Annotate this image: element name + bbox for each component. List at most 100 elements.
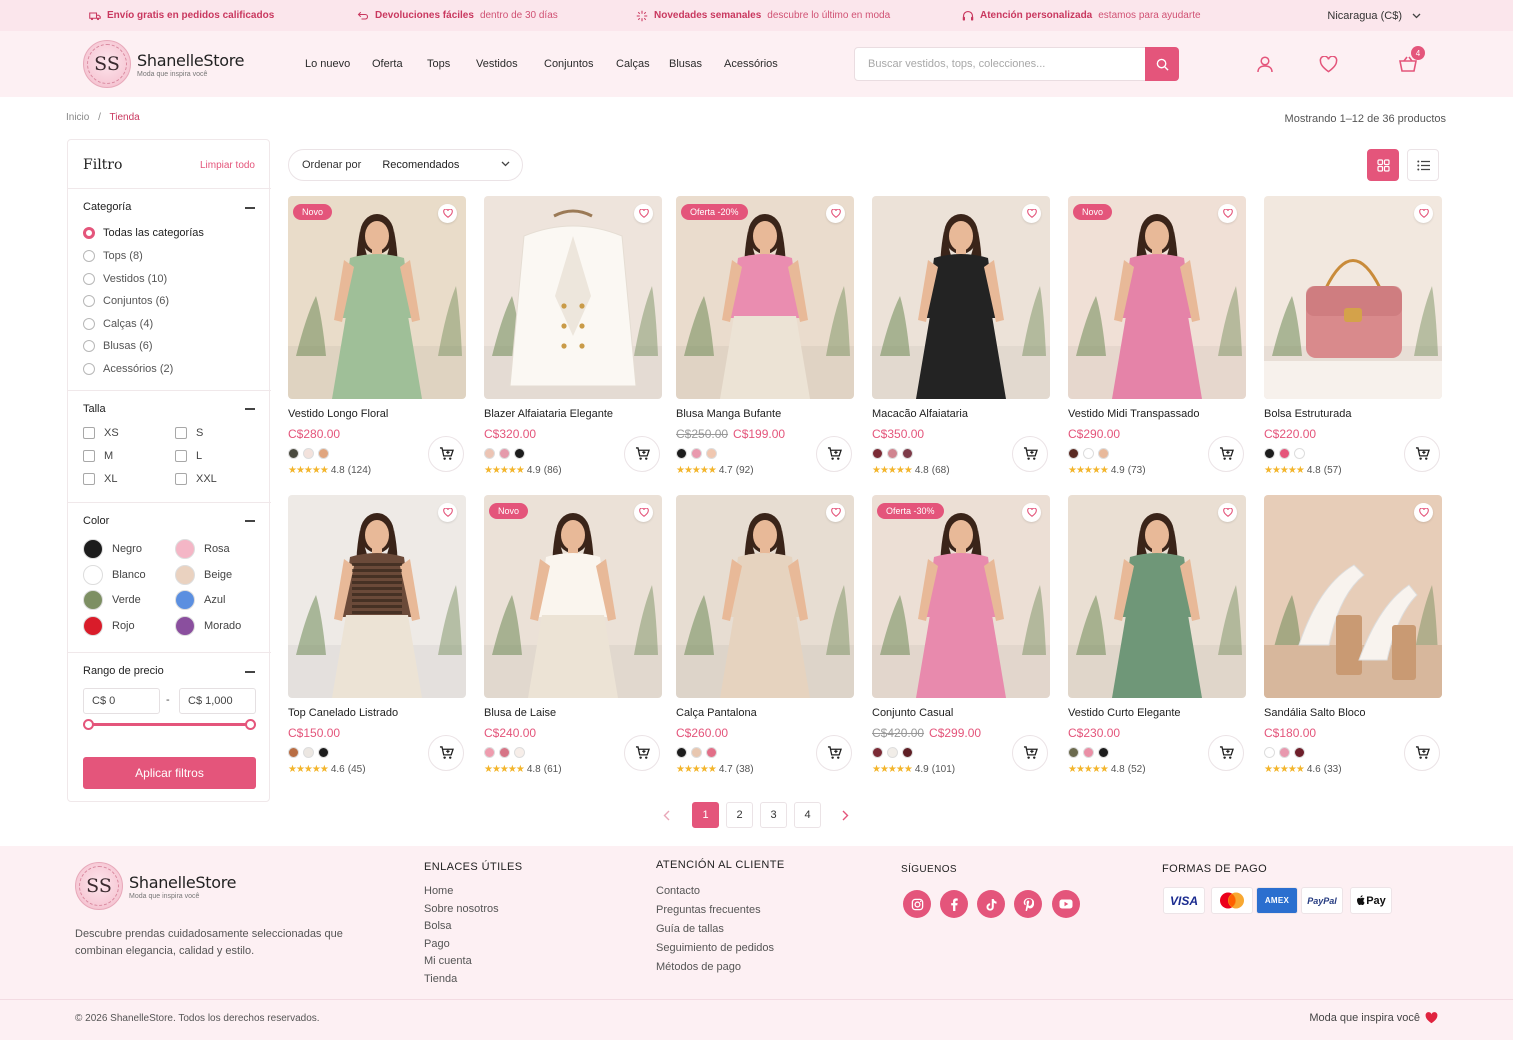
product-name[interactable]: Vestido Curto Elegante [1068, 707, 1181, 719]
add-to-cart-button[interactable] [816, 735, 852, 771]
support-link[interactable]: Preguntas frecuentes [656, 904, 761, 916]
product-color-swatch[interactable] [902, 448, 913, 459]
product-color-swatch[interactable] [887, 448, 898, 459]
product-color-swatch[interactable] [1068, 448, 1079, 459]
radio[interactable] [83, 295, 95, 307]
product-name[interactable]: Top Canelado Listrado [288, 707, 398, 719]
color-option[interactable]: Beige [175, 565, 232, 585]
color-swatch[interactable] [83, 539, 103, 559]
checkbox[interactable] [83, 473, 95, 485]
color-option[interactable]: Negro [83, 539, 142, 559]
product-card[interactable]: Oferta -30% Conjunto Casual C$420.00 C$299.… [872, 495, 1050, 775]
brand-logo[interactable]: SS ShanelleStore Moda que inspira você [83, 40, 245, 88]
product-color-swatch[interactable] [676, 747, 687, 758]
youtube-link[interactable] [1052, 890, 1080, 918]
footer-link[interactable]: Tienda [424, 973, 457, 985]
product-color-swatch[interactable] [514, 747, 525, 758]
product-image-frame[interactable]: Oferta -30% [872, 495, 1050, 698]
add-to-wishlist-button[interactable] [634, 503, 653, 522]
product-card[interactable]: Blazer Alfaiataria Elegante C$320.00 ★★★★★… [484, 196, 662, 476]
add-to-cart-button[interactable] [428, 436, 464, 472]
product-name[interactable]: Bolsa Estruturada [1264, 408, 1351, 420]
checkbox[interactable] [175, 450, 187, 462]
sort-dropdown[interactable]: Ordenar por Recomendados [288, 149, 523, 181]
product-color-swatch[interactable] [288, 747, 299, 758]
color-swatch[interactable] [175, 539, 195, 559]
country-selector[interactable]: Nicaragua (C$) [1327, 0, 1421, 31]
product-color-swatch[interactable] [706, 747, 717, 758]
nav-oferta[interactable]: Oferta [372, 58, 403, 70]
product-color-swatch[interactable] [318, 747, 329, 758]
nav-blusas[interactable]: Blusas [669, 58, 702, 70]
pinterest-link[interactable] [1014, 890, 1042, 918]
product-color-swatch[interactable] [303, 747, 314, 758]
footer-link[interactable]: Bolsa [424, 920, 452, 932]
radio[interactable] [83, 318, 95, 330]
add-to-wishlist-button[interactable] [1414, 204, 1433, 223]
product-image-frame[interactable]: Novo [288, 196, 466, 399]
color-option[interactable]: Rosa [175, 539, 230, 559]
product-name[interactable]: Blazer Alfaiataria Elegante [484, 408, 613, 420]
add-to-cart-button[interactable] [1404, 735, 1440, 771]
size-option[interactable]: S [175, 427, 203, 439]
nav-tops[interactable]: Tops [427, 58, 450, 70]
product-color-swatch[interactable] [1279, 747, 1290, 758]
product-color-swatch[interactable] [1083, 448, 1094, 459]
product-image-frame[interactable]: Oferta -20% [676, 196, 854, 399]
footer-link[interactable]: Home [424, 885, 453, 897]
color-option[interactable]: Azul [175, 590, 225, 610]
page-2-button[interactable]: 2 [726, 802, 753, 828]
product-name[interactable]: Blusa Manga Bufante [676, 408, 781, 420]
add-to-cart-button[interactable] [624, 436, 660, 472]
prev-page-button[interactable] [663, 802, 670, 828]
product-name[interactable]: Sandália Salto Bloco [1264, 707, 1366, 719]
add-to-wishlist-button[interactable] [1218, 503, 1237, 522]
product-color-swatch[interactable] [902, 747, 913, 758]
support-link[interactable]: Seguimiento de pedidos [656, 942, 774, 954]
product-name[interactable]: Vestido Longo Floral [288, 408, 388, 420]
radio[interactable] [83, 363, 95, 375]
checkbox[interactable] [83, 450, 95, 462]
color-swatch[interactable] [175, 616, 195, 636]
list-view-button[interactable] [1407, 149, 1439, 181]
product-image-frame[interactable] [1264, 196, 1442, 399]
size-option[interactable]: L [175, 450, 202, 462]
product-color-swatch[interactable] [1264, 448, 1275, 459]
next-page-button[interactable] [842, 802, 849, 828]
product-image-frame[interactable]: Novo [484, 495, 662, 698]
size-option[interactable]: M [83, 450, 113, 462]
color-option[interactable]: Rojo [83, 616, 135, 636]
add-to-wishlist-button[interactable] [438, 204, 457, 223]
nav-calcas[interactable]: Calças [616, 58, 650, 70]
radio[interactable] [83, 250, 95, 262]
category-option[interactable]: Blusas (6) [83, 340, 153, 352]
product-color-swatch[interactable] [288, 448, 299, 459]
footer-link[interactable]: Sobre nosotros [424, 903, 499, 915]
checkbox[interactable] [83, 427, 95, 439]
breadcrumb-home[interactable]: Inicio [66, 112, 89, 123]
product-color-swatch[interactable] [318, 448, 329, 459]
price-max-input[interactable]: C$ 1,000 [179, 688, 256, 714]
add-to-wishlist-button[interactable] [826, 503, 845, 522]
product-image-frame[interactable]: Novo [1068, 196, 1246, 399]
product-color-swatch[interactable] [514, 448, 525, 459]
color-swatch[interactable] [83, 590, 103, 610]
radio[interactable] [83, 273, 95, 285]
product-color-swatch[interactable] [1098, 448, 1109, 459]
product-name[interactable]: Macacão Alfaiataria [872, 408, 968, 420]
search-button[interactable] [1145, 47, 1179, 81]
product-color-swatch[interactable] [706, 448, 717, 459]
product-name[interactable]: Vestido Midi Transpassado [1068, 408, 1199, 420]
add-to-wishlist-button[interactable] [634, 204, 653, 223]
product-color-swatch[interactable] [691, 747, 702, 758]
nav-conjuntos[interactable]: Conjuntos [544, 58, 594, 70]
support-link[interactable]: Guía de tallas [656, 923, 724, 935]
clear-filters-link[interactable]: Limpiar todo [200, 160, 255, 171]
product-color-swatch[interactable] [303, 448, 314, 459]
product-color-swatch[interactable] [499, 747, 510, 758]
facebook-link[interactable] [940, 890, 968, 918]
radio-selected[interactable] [83, 227, 95, 239]
product-color-swatch[interactable] [691, 448, 702, 459]
size-option[interactable]: XL [83, 473, 117, 485]
grid-view-button[interactable] [1367, 149, 1399, 181]
